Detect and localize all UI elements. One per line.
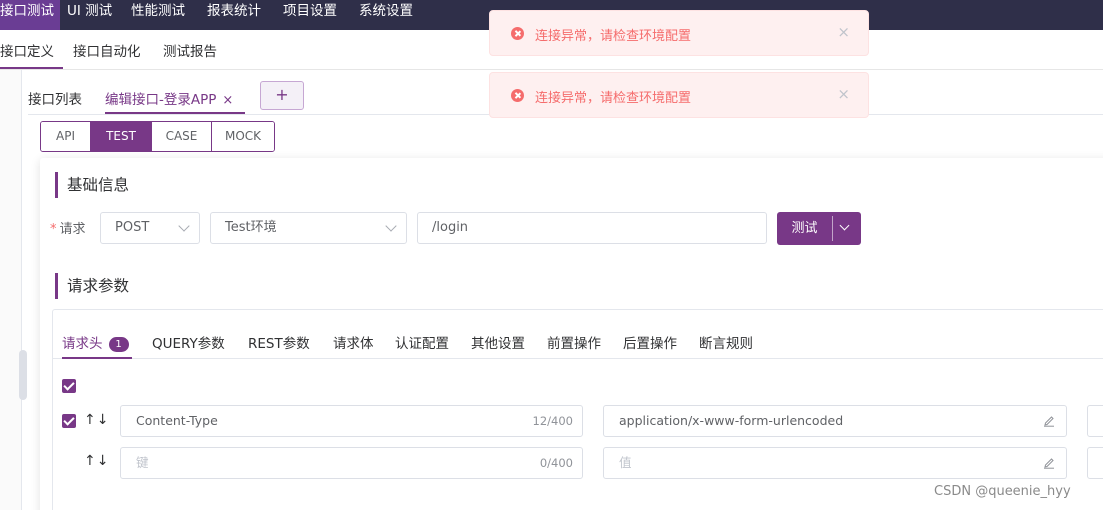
- edit-icon[interactable]: [1043, 457, 1055, 469]
- path-input[interactable]: /login: [417, 212, 767, 244]
- char-count: 0/400: [539, 456, 573, 470]
- nav-item-project-settings[interactable]: 项目设置: [283, 0, 337, 30]
- mode-test[interactable]: TEST: [91, 122, 152, 151]
- subnav-active-indicator: [0, 67, 63, 69]
- required-mark: *: [50, 222, 57, 237]
- row-extra-field[interactable]: [1087, 405, 1103, 437]
- left-sidebar: [0, 70, 27, 510]
- select-all-checkbox[interactable]: [62, 379, 76, 393]
- subnav-item-api-definition[interactable]: 接口定义: [0, 40, 54, 60]
- toast-message: 连接异常，请检查环境配置: [535, 29, 692, 44]
- mode-mock[interactable]: MOCK: [212, 122, 274, 151]
- tab-assertions[interactable]: 断言规则: [699, 332, 753, 352]
- nav-item-system-settings[interactable]: 系统设置: [359, 0, 413, 30]
- method-select[interactable]: POST: [100, 212, 200, 244]
- reorder-arrows-icon[interactable]: ↑↓: [84, 412, 109, 428]
- nav-item-api-test[interactable]: 接口测试: [0, 0, 60, 30]
- char-count: 12/400: [532, 414, 573, 428]
- reorder-arrows-icon[interactable]: ↑↓: [84, 453, 109, 469]
- close-icon[interactable]: ×: [837, 23, 850, 41]
- nav-item-reports[interactable]: 报表统计: [207, 0, 261, 30]
- params-tab-active-indicator: [62, 357, 132, 359]
- environment-value: Test环境: [225, 220, 277, 235]
- tab-auth-config[interactable]: 认证配置: [395, 332, 449, 352]
- close-icon[interactable]: ×: [222, 93, 233, 108]
- basic-info-title: 基础信息: [55, 172, 129, 198]
- watermark: CSDN @queenie_hyy: [934, 484, 1071, 499]
- tab-edit-api-label: 编辑接口-登录APP: [105, 92, 217, 108]
- edit-icon[interactable]: [1043, 415, 1055, 427]
- close-icon[interactable]: ×: [837, 85, 850, 103]
- header-count-badge: 1: [108, 337, 129, 352]
- params-tabs-divider: [53, 358, 1103, 359]
- mode-case[interactable]: CASE: [152, 122, 212, 151]
- nav-item-performance-test[interactable]: 性能测试: [131, 0, 185, 30]
- add-tab-button[interactable]: +: [260, 81, 304, 110]
- toast-message: 连接异常，请检查环境配置: [535, 91, 692, 106]
- tab-request-body[interactable]: 请求体: [333, 332, 374, 352]
- row-checkbox[interactable]: [62, 414, 76, 428]
- row-extra-field[interactable]: [1087, 447, 1103, 479]
- tab-other-settings[interactable]: 其他设置: [471, 332, 525, 352]
- request-label-text: 请求: [59, 222, 86, 237]
- chevron-down-icon[interactable]: [839, 220, 850, 231]
- test-button[interactable]: 测试: [777, 212, 861, 245]
- method-value: POST: [115, 220, 150, 235]
- header-value-text: application/x-www-form-urlencoded: [619, 413, 844, 428]
- app-root: 接口测试 UI 测试 性能测试 报表统计 项目设置 系统设置 接口定义 接口自动…: [0, 0, 1103, 510]
- error-toast: 连接异常，请检查环境配置 ×: [489, 10, 869, 56]
- header-value-field[interactable]: application/x-www-form-urlencoded: [603, 405, 1067, 437]
- header-value-placeholder: 值: [619, 455, 632, 470]
- request-label: * 请求: [50, 218, 86, 237]
- test-button-divider: [832, 216, 833, 241]
- error-toast: 连接异常，请检查环境配置 ×: [489, 72, 869, 118]
- header-key-value: Content-Type: [136, 413, 218, 428]
- path-value: /login: [432, 220, 469, 235]
- mode-switch: API TEST CASE MOCK: [40, 121, 275, 152]
- error-circle-icon: [511, 89, 524, 102]
- tab-post-actions[interactable]: 后置操作: [623, 332, 677, 352]
- header-key-placeholder: 键: [136, 455, 149, 470]
- nav-item-ui-test[interactable]: UI 测试: [67, 0, 112, 30]
- tab-edit-api[interactable]: 编辑接口-登录APP ×: [105, 88, 233, 108]
- tab-request-headers-label: 请求头: [62, 336, 103, 352]
- header-key-field[interactable]: Content-Type 12/400: [120, 405, 583, 437]
- header-value-field[interactable]: 值: [603, 447, 1067, 479]
- chevron-down-icon: [385, 220, 397, 232]
- tab-request-headers[interactable]: 请求头 1: [62, 332, 129, 352]
- test-button-label: 测试: [791, 221, 818, 236]
- header-key-field[interactable]: 键 0/400: [120, 447, 583, 479]
- subnav-item-test-report[interactable]: 测试报告: [163, 40, 217, 60]
- subnav-item-api-automation[interactable]: 接口自动化: [73, 40, 141, 60]
- tab-query-params[interactable]: QUERY参数: [152, 332, 225, 352]
- error-circle-icon: [511, 27, 524, 40]
- tab-api-list[interactable]: 接口列表: [28, 88, 82, 108]
- tab-pre-actions[interactable]: 前置操作: [547, 332, 601, 352]
- environment-select[interactable]: Test环境: [210, 212, 407, 244]
- request-params-title: 请求参数: [55, 273, 129, 299]
- mode-api[interactable]: API: [41, 122, 91, 151]
- chevron-down-icon: [178, 220, 190, 232]
- tab-rest-params[interactable]: REST参数: [248, 332, 310, 352]
- sidebar-resize-handle[interactable]: [19, 350, 27, 400]
